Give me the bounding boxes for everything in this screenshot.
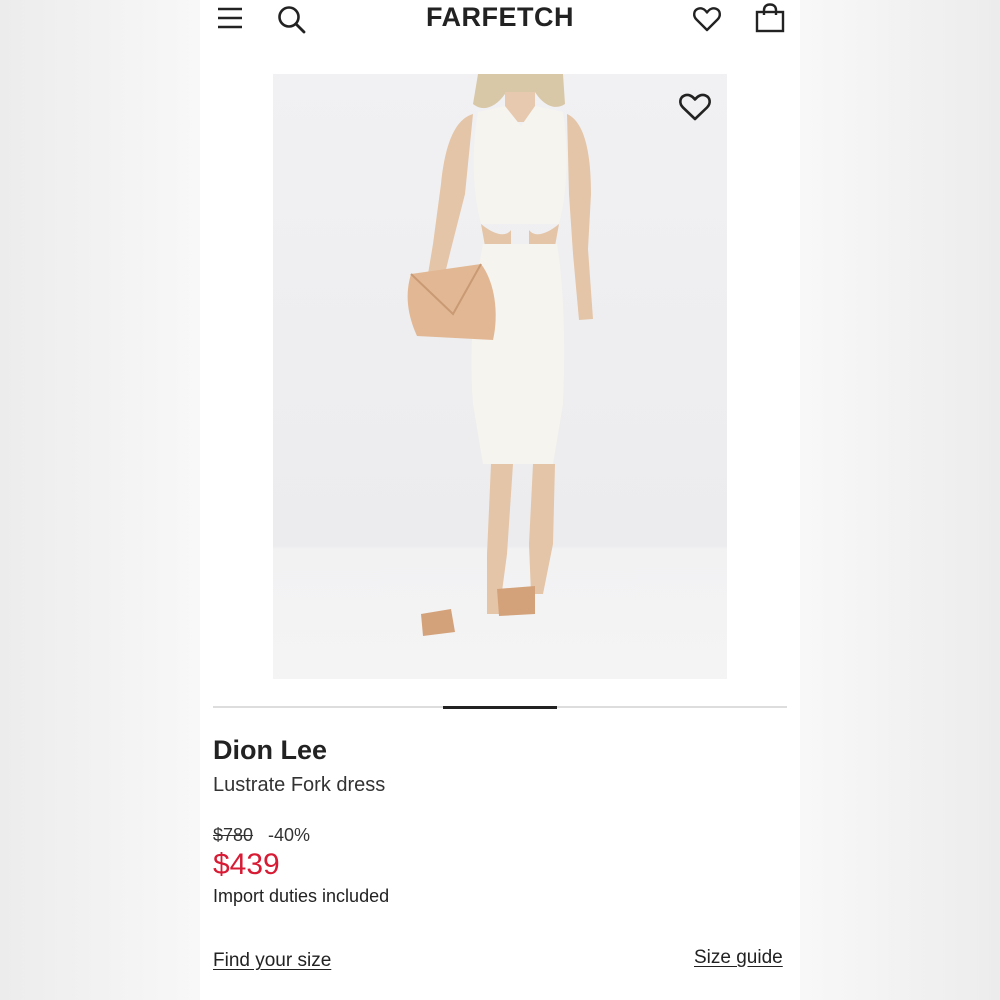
blurred-background-left (0, 0, 200, 1000)
discount-badge: -40% (268, 825, 311, 845)
original-price: $780 (213, 825, 254, 845)
shopping-bag-icon[interactable] (754, 2, 786, 34)
find-your-size-link[interactable]: Find your size (213, 950, 331, 972)
product-photo (407, 74, 593, 636)
blurred-background-right (800, 0, 1000, 1000)
product-image[interactable] (273, 74, 727, 679)
heart-icon[interactable] (678, 90, 712, 124)
gallery-progress-indicator (443, 706, 557, 709)
top-navigation-bar: FARFETCH (200, 0, 800, 40)
app-screen: FARFETCH Dion Lee Lustrate Fork dress $7… (200, 0, 800, 1000)
farfetch-logo[interactable]: FARFETCH (350, 2, 650, 33)
duties-note: Import duties included (213, 886, 390, 906)
menu-icon[interactable] (216, 4, 244, 32)
size-guide-link[interactable]: Size guide (694, 947, 783, 969)
heart-icon[interactable] (692, 4, 722, 34)
brand-name[interactable]: Dion Lee (213, 735, 327, 766)
sale-price: $439 (213, 848, 280, 881)
product-name: Lustrate Fork dress (213, 774, 386, 796)
search-icon[interactable] (276, 4, 306, 34)
